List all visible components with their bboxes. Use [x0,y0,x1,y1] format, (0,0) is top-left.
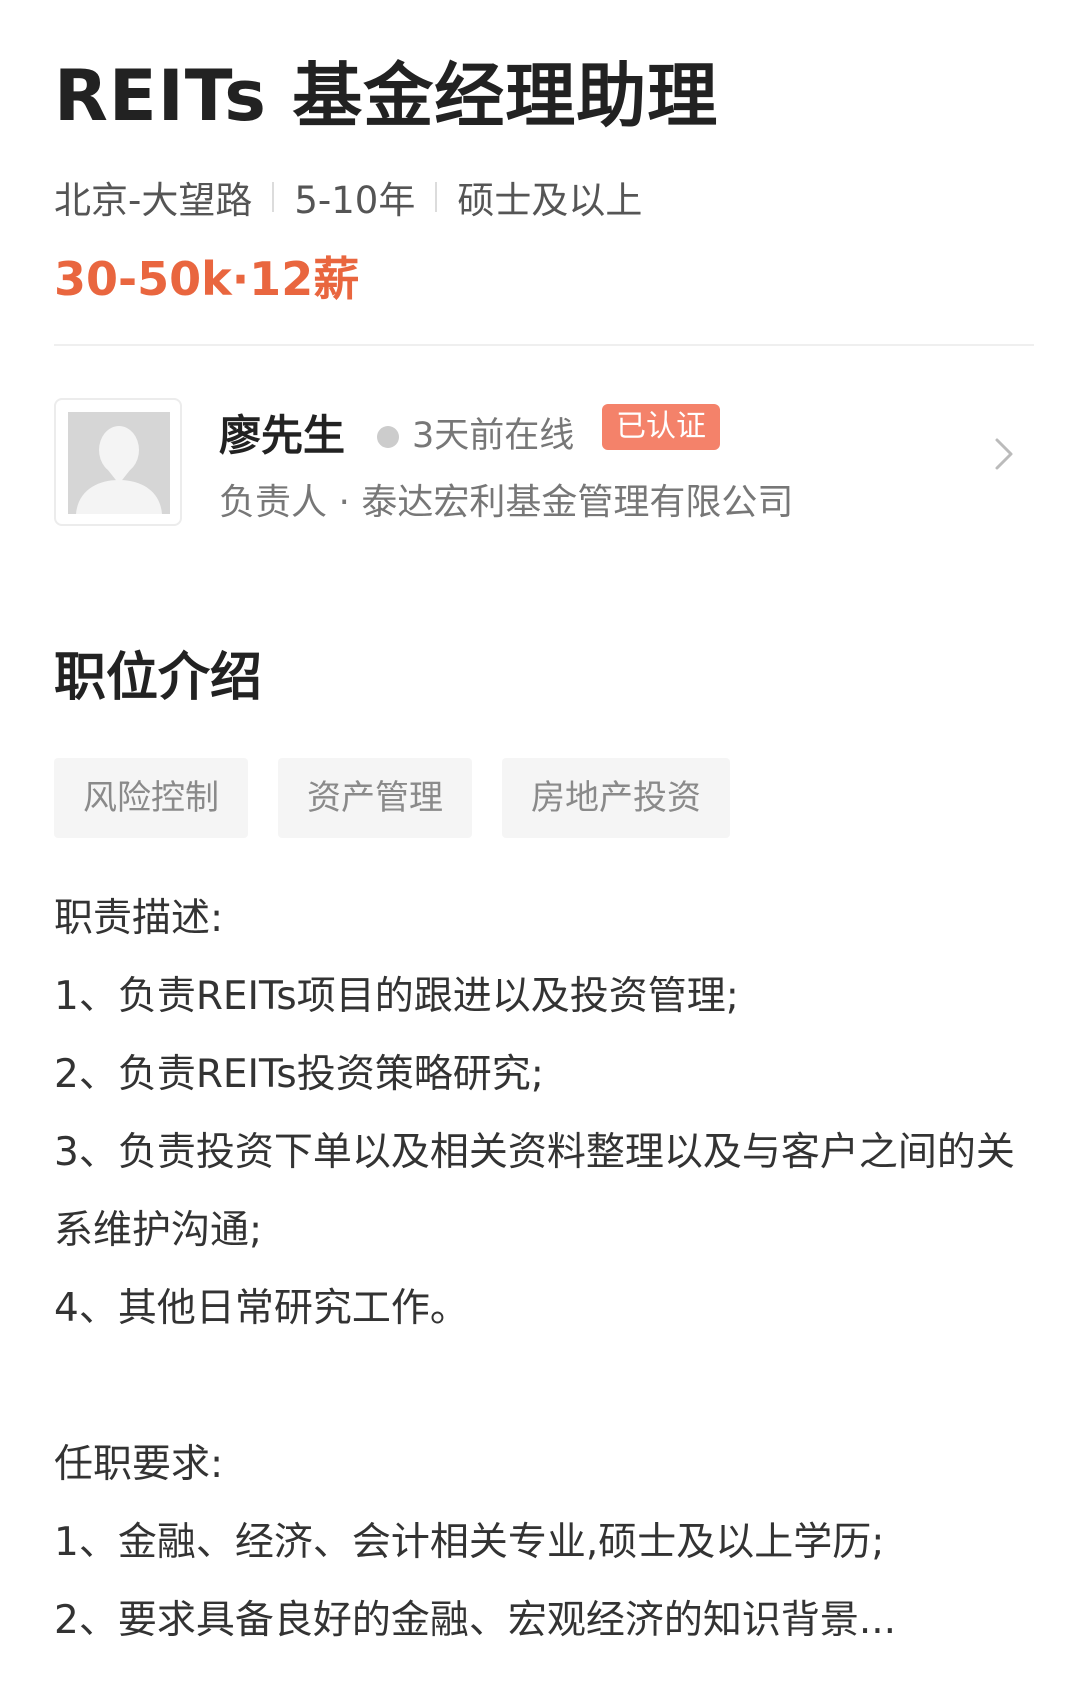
job-salary: 30-50k·12薪 [54,252,360,306]
online-status: 3天前在线 [412,416,575,456]
section-title: 职位介绍 [54,648,263,708]
duties-heading: 职责描述: [54,896,224,941]
recruiter-name: 廖先生 [219,411,346,460]
job-meta-row: 北京-大望路 5-10年 硕士及以上 [54,170,642,224]
avatar-placeholder-icon [68,412,170,514]
requirements-heading: 任职要求: [54,1442,224,1487]
verified-badge: 已认证 [602,404,720,450]
job-experience: 5-10年 [294,179,416,222]
job-location: 北京-大望路 [54,179,253,222]
recruiter-role-company: 负责人 · 泰达宏利基金管理有限公司 [219,482,794,523]
job-detail-page: REITs 基金经理助理 北京-大望路 5-10年 硕士及以上 30-50k·1… [0,0,1080,1686]
meta-separator [272,182,275,212]
duty-item: 4、其他日常研究工作。 [54,1286,469,1331]
requirement-item: 2、要求具备良好的金融、宏观经济的知识背景... [54,1598,897,1643]
job-description: 职责描述: 1、负责REITs项目的跟进以及投资管理; 2、负责REITs投资策… [54,880,1029,1660]
duty-item: 1、负责REITs项目的跟进以及投资管理; [54,974,739,1019]
duty-item: 2、负责REITs投资策略研究; [54,1052,544,1097]
skill-tag[interactable]: 风险控制 [54,758,248,838]
avatar[interactable] [54,398,182,526]
job-title: REITs 基金经理助理 [54,55,719,137]
recruiter-card[interactable]: 廖先生 3天前在线 已认证 负责人 · 泰达宏利基金管理有限公司 [54,398,1034,528]
skill-tags: 风险控制 资产管理 房地产投资 [54,758,760,838]
skill-tag[interactable]: 资产管理 [278,758,472,838]
chevron-right-icon[interactable] [989,434,1019,474]
skill-tag[interactable]: 房地产投资 [502,758,730,838]
duty-item: 3、负责投资下单以及相关资料整理以及与客户之间的关系维护沟通; [54,1130,1015,1253]
job-education: 硕士及以上 [457,179,643,222]
meta-separator [435,182,438,212]
requirement-item: 1、金融、经济、会计相关专业,硕士及以上学历; [54,1520,885,1565]
divider [54,344,1034,346]
online-dot-icon [377,426,399,448]
